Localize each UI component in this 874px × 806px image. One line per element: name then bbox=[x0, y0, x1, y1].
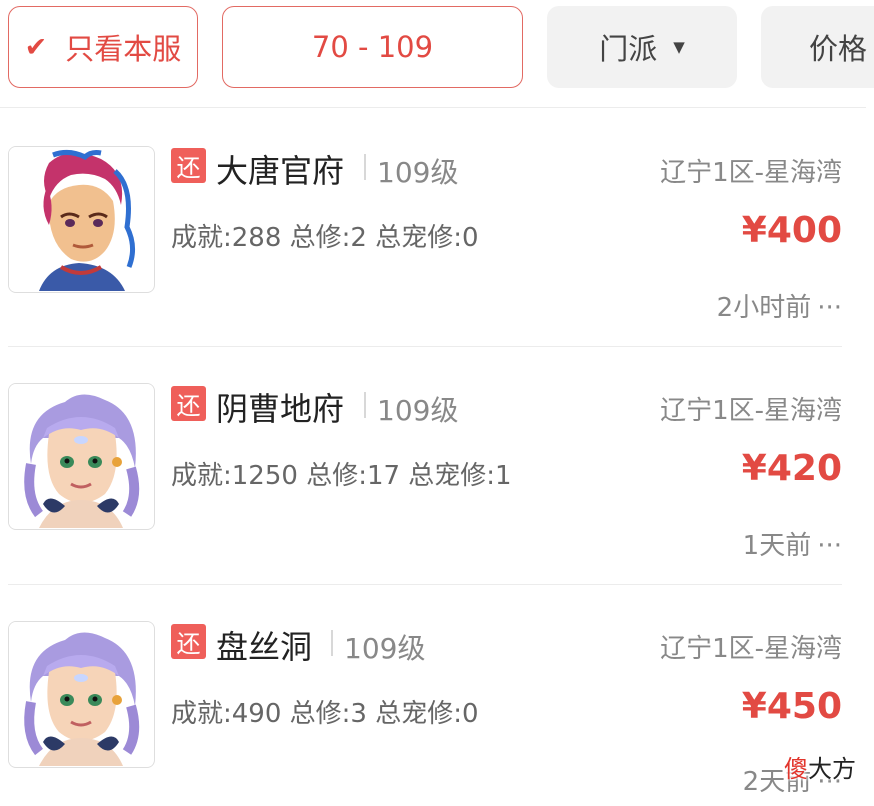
level-label: 109级 bbox=[377, 156, 459, 189]
warrior-avatar bbox=[8, 146, 155, 293]
caret-down-icon: ▼ bbox=[673, 38, 685, 56]
checkmark-icon: ✔ bbox=[24, 31, 48, 63]
filter-bar: ✔ 只看本服 70 - 109 门派 ▼ 价格 bbox=[0, 0, 874, 108]
level-range-label: 70 - 109 bbox=[311, 30, 434, 64]
time-label: 1天前 ··· bbox=[743, 525, 842, 562]
stats-label: 成就:490 总修:3 总宠修:0 bbox=[171, 699, 479, 729]
level-separator bbox=[364, 154, 366, 180]
listing-item[interactable]: 还 盘丝洞 109级 辽宁1区-星海湾 成就:490 总修:3 总宠修:0 ¥4… bbox=[0, 585, 874, 806]
time-text: 2小时前 bbox=[716, 293, 812, 323]
price-label: ¥420 bbox=[741, 448, 842, 489]
time-label: 2小时前 ··· bbox=[717, 287, 842, 324]
purple-hair-avatar bbox=[8, 383, 155, 530]
sect-name: 大唐官府 bbox=[216, 152, 345, 190]
sect-name: 盘丝洞 bbox=[216, 628, 313, 666]
return-badge: 还 bbox=[171, 386, 206, 421]
level-label: 109级 bbox=[377, 394, 459, 427]
watermark: 傻大方 bbox=[784, 749, 856, 784]
watermark-red: 傻 bbox=[784, 755, 808, 783]
time-text: 1天前 bbox=[742, 531, 812, 561]
listing-item[interactable]: 还 阴曹地府 109级 辽宁1区-星海湾 成就:1250 总修:17 总宠修:1… bbox=[0, 347, 874, 585]
sect-name: 阴曹地府 bbox=[216, 390, 345, 428]
return-badge: 还 bbox=[171, 624, 206, 659]
server-label: 辽宁1区-星海湾 bbox=[660, 396, 842, 426]
filter-divider bbox=[0, 107, 866, 108]
server-only-label: 只看本服 bbox=[65, 32, 182, 66]
price-sort-label: 价格 bbox=[809, 32, 868, 66]
stats-label: 成就:288 总修:2 总宠修:0 bbox=[171, 223, 479, 253]
level-separator bbox=[364, 392, 366, 418]
purple-hair-avatar bbox=[8, 621, 155, 768]
price-label: ¥450 bbox=[741, 686, 842, 727]
server-label: 辽宁1区-星海湾 bbox=[660, 634, 842, 664]
level-label: 109级 bbox=[344, 632, 426, 665]
trade-listing-page: ✔ 只看本服 70 - 109 门派 ▼ 价格 还 大唐官府 109级 辽宁1区… bbox=[0, 0, 874, 806]
level-separator bbox=[331, 630, 333, 656]
return-badge: 还 bbox=[171, 148, 206, 183]
level-range-filter-button[interactable]: 70 - 109 bbox=[222, 6, 523, 88]
sect-filter-label: 门派 bbox=[599, 32, 658, 66]
watermark-rest: 大方 bbox=[808, 755, 856, 783]
more-options-icon[interactable]: ··· bbox=[817, 531, 842, 561]
listing-item[interactable]: 还 大唐官府 109级 辽宁1区-星海湾 成就:288 总修:2 总宠修:0 ¥… bbox=[0, 109, 874, 347]
server-only-filter-button[interactable]: ✔ 只看本服 bbox=[8, 6, 198, 88]
server-label: 辽宁1区-星海湾 bbox=[660, 158, 842, 188]
more-options-icon[interactable]: ··· bbox=[817, 293, 842, 323]
stats-label: 成就:1250 总修:17 总宠修:1 bbox=[171, 461, 512, 491]
sect-filter-dropdown[interactable]: 门派 ▼ bbox=[547, 6, 737, 88]
price-sort-button[interactable]: 价格 bbox=[761, 6, 874, 88]
price-label: ¥400 bbox=[741, 210, 842, 251]
